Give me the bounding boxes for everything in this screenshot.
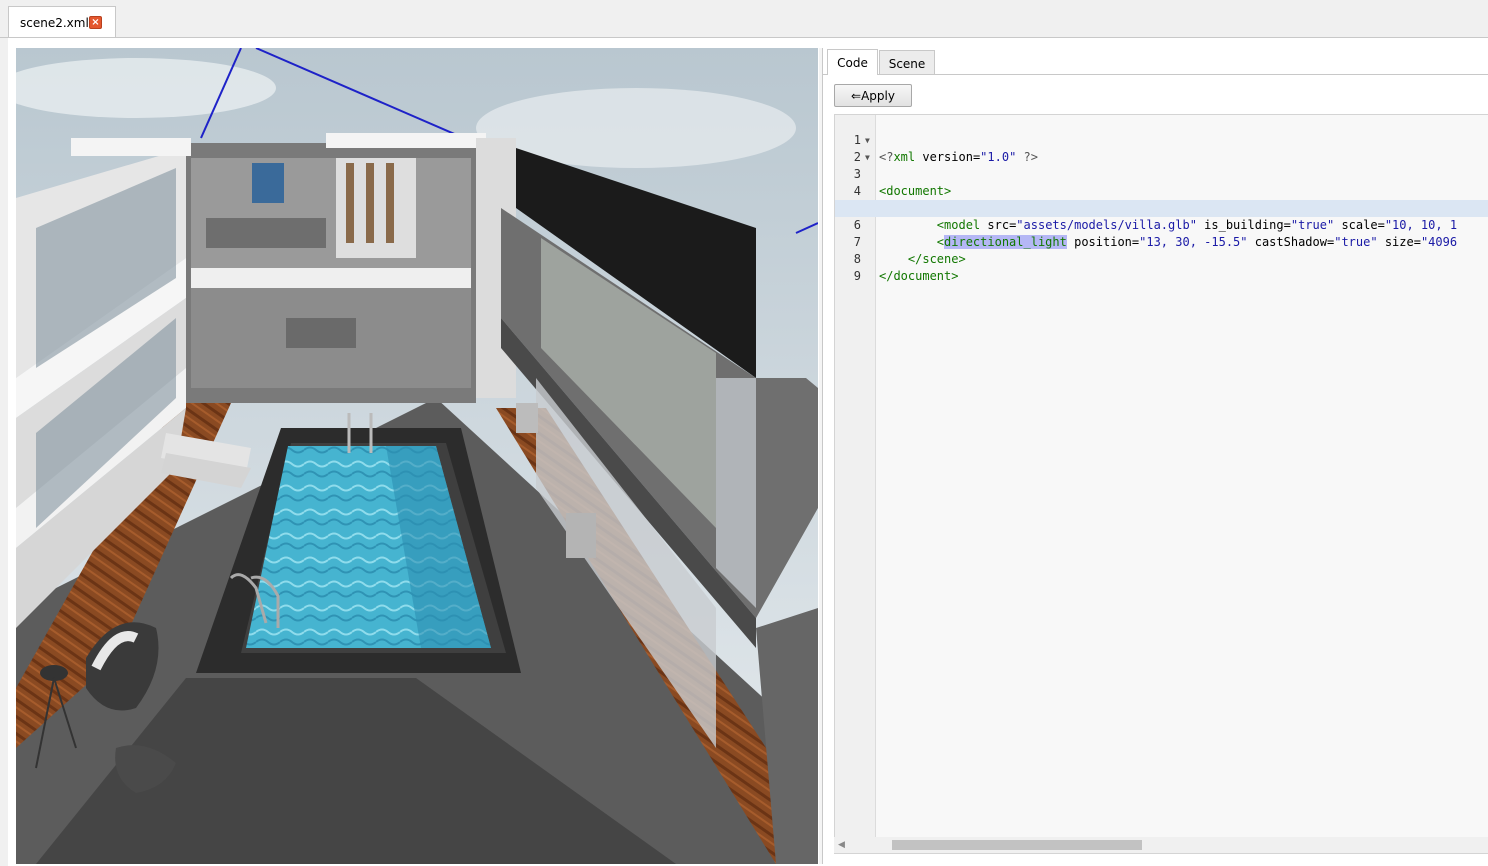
close-icon[interactable]: × [89, 16, 102, 29]
code-line-7[interactable]: 7 </scene> [835, 217, 1488, 266]
villa-3d-render [16, 48, 818, 864]
panel-tab-bar: Code Scene [823, 48, 1488, 75]
tab-code[interactable]: Code [827, 49, 878, 75]
code-line-6[interactable]: 6 <directional_light position="13, 30, -… [835, 200, 1488, 249]
fold-arrow-icon[interactable]: ▼ [865, 132, 870, 149]
code-line-9[interactable]: 9 [835, 251, 1488, 283]
scroll-left-icon[interactable]: ◀ [838, 840, 845, 850]
apply-button[interactable]: ⇐Apply [834, 84, 912, 107]
scrollbar-thumb[interactable] [892, 840, 1142, 850]
document-tab[interactable]: scene2.xml × [8, 6, 116, 37]
document-tab-bar: scene2.xml × [0, 0, 1488, 38]
code-text: </document> [879, 269, 959, 283]
code-editor[interactable]: 1 <?xml version="1.0" ?> 2 ▼ <document> … [834, 114, 1488, 854]
code-line-4[interactable]: 4 <sky type="cube" path="assets/textures… [835, 166, 1488, 215]
code-line-8[interactable]: 8 </document> [835, 234, 1488, 283]
code-line-3[interactable]: 3 ▼ <scene> [835, 149, 1488, 215]
code-line-5[interactable]: 5 <model src="assets/models/villa.glb" i… [835, 183, 1488, 232]
fold-arrow-icon[interactable]: ▼ [865, 149, 870, 166]
code-line-1[interactable]: 1 <?xml version="1.0" ?> [835, 115, 1488, 164]
editor-panel: Code Scene ⇐Apply 1 <?xml version="1.0" … [822, 48, 1488, 864]
document-tab-title: scene2.xml [20, 16, 89, 30]
scene-viewport[interactable] [16, 48, 818, 864]
tab-scene[interactable]: Scene [879, 50, 935, 74]
line-number: 9 [853, 269, 861, 283]
code-line-2[interactable]: 2 ▼ <document> [835, 132, 1488, 198]
horizontal-scrollbar[interactable]: ◀ [834, 837, 1488, 853]
